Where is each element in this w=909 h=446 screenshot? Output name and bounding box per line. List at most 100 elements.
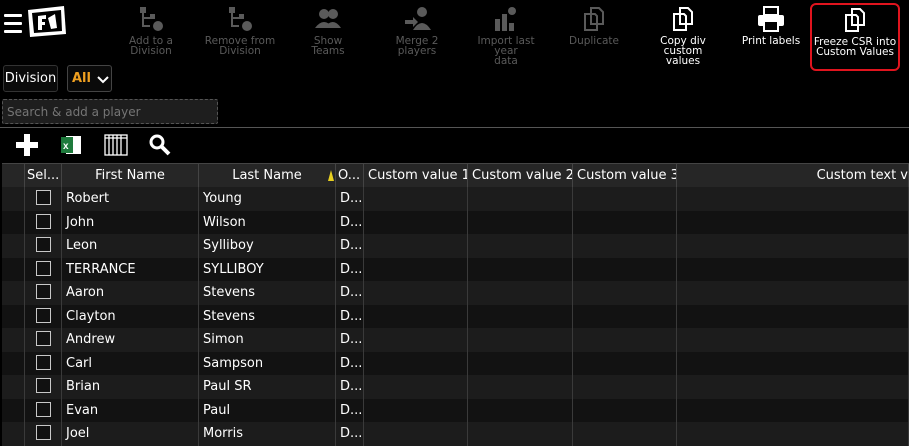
row-indicator-cell[interactable] <box>2 210 25 234</box>
header-custom-value-3[interactable]: Custom value 3 <box>573 163 677 187</box>
custom-value-1-cell[interactable] <box>364 304 468 328</box>
header-last-name[interactable]: Last Name <box>199 163 336 187</box>
freeze-csr-button[interactable]: Freeze CSR into Custom Values <box>810 3 900 71</box>
custom-text-cell[interactable] <box>677 422 909 446</box>
custom-value-3-cell[interactable] <box>573 257 677 281</box>
import-last-year-button[interactable]: Import last year data <box>465 4 547 66</box>
first-name-cell[interactable]: Evan <box>62 398 199 422</box>
custom-value-1-cell[interactable] <box>364 398 468 422</box>
custom-value-2-cell[interactable] <box>468 328 573 352</box>
o-cell[interactable]: D... <box>336 328 364 352</box>
table-row[interactable]: Brian Paul SR D... <box>2 375 909 399</box>
custom-value-1-cell[interactable] <box>364 351 468 375</box>
custom-value-3-cell[interactable] <box>573 304 677 328</box>
table-row[interactable]: Leon Sylliboy D... <box>2 234 909 258</box>
row-indicator-cell[interactable] <box>2 304 25 328</box>
custom-value-2-cell[interactable] <box>468 281 573 305</box>
custom-value-3-cell[interactable] <box>573 398 677 422</box>
row-checkbox[interactable] <box>36 260 51 276</box>
custom-value-1-cell[interactable] <box>364 281 468 305</box>
first-name-cell[interactable]: Clayton <box>62 304 199 328</box>
row-indicator-cell[interactable] <box>2 351 25 375</box>
header-select[interactable]: Sel... <box>25 163 62 187</box>
last-name-cell[interactable]: Wilson <box>199 210 336 234</box>
o-cell[interactable]: D... <box>336 304 364 328</box>
search-player-input[interactable] <box>2 99 218 124</box>
custom-value-2-cell[interactable] <box>468 187 573 211</box>
header-custom-value-2[interactable]: Custom value 2 <box>468 163 573 187</box>
custom-text-cell[interactable] <box>677 328 909 352</box>
table-row[interactable]: Andrew Simon D... <box>2 328 909 352</box>
last-name-cell[interactable]: Morris <box>199 422 336 446</box>
o-cell[interactable]: D... <box>336 375 364 399</box>
o-cell[interactable]: D... <box>336 187 364 211</box>
custom-text-cell[interactable] <box>677 351 909 375</box>
custom-text-cell[interactable] <box>677 210 909 234</box>
print-labels-button[interactable]: Print labels <box>741 4 801 66</box>
table-row[interactable]: Evan Paul D... <box>2 398 909 422</box>
custom-value-3-cell[interactable] <box>573 351 677 375</box>
row-checkbox[interactable] <box>36 284 51 299</box>
table-row[interactable]: Clayton Stevens D... <box>2 304 909 328</box>
row-indicator-cell[interactable] <box>2 187 25 211</box>
custom-text-cell[interactable] <box>677 187 909 211</box>
last-name-cell[interactable]: Paul <box>199 398 336 422</box>
first-name-cell[interactable]: John <box>62 210 199 234</box>
first-name-cell[interactable]: Aaron <box>62 281 199 305</box>
header-first-name[interactable]: First Name <box>62 163 199 187</box>
custom-value-2-cell[interactable] <box>468 422 573 446</box>
custom-value-3-cell[interactable] <box>573 210 677 234</box>
custom-value-1-cell[interactable] <box>364 422 468 446</box>
custom-value-2-cell[interactable] <box>468 398 573 422</box>
export-excel-button[interactable]: x <box>58 132 84 158</box>
custom-value-1-cell[interactable] <box>364 187 468 211</box>
custom-value-2-cell[interactable] <box>468 351 573 375</box>
o-cell[interactable]: D... <box>336 210 364 234</box>
merge-players-button[interactable]: Merge 2 players <box>376 4 458 66</box>
row-checkbox[interactable] <box>36 237 51 252</box>
table-row[interactable]: Robert Young D... <box>2 187 909 211</box>
row-indicator-cell[interactable] <box>2 328 25 352</box>
custom-value-2-cell[interactable] <box>468 304 573 328</box>
o-cell[interactable]: D... <box>336 281 364 305</box>
custom-value-3-cell[interactable] <box>573 375 677 399</box>
custom-value-2-cell[interactable] <box>468 234 573 258</box>
custom-value-2-cell[interactable] <box>468 210 573 234</box>
add-row-button[interactable] <box>14 132 40 158</box>
custom-value-3-cell[interactable] <box>573 281 677 305</box>
table-row[interactable]: TERRANCE SYLLIBOY D... <box>2 257 909 281</box>
row-indicator-cell[interactable] <box>2 257 25 281</box>
custom-value-3-cell[interactable] <box>573 187 677 211</box>
last-name-cell[interactable]: SYLLIBOY <box>199 257 336 281</box>
table-row[interactable]: John Wilson D... <box>2 210 909 234</box>
add-to-division-button[interactable]: Add to a Division <box>125 4 177 66</box>
search-button[interactable] <box>147 132 173 158</box>
custom-value-1-cell[interactable] <box>364 210 468 234</box>
custom-text-cell[interactable] <box>677 281 909 305</box>
first-name-cell[interactable]: Leon <box>62 234 199 258</box>
last-name-cell[interactable]: Young <box>199 187 336 211</box>
custom-value-3-cell[interactable] <box>573 234 677 258</box>
custom-text-cell[interactable] <box>677 375 909 399</box>
row-indicator-cell[interactable] <box>2 281 25 305</box>
first-name-cell[interactable]: Carl <box>62 351 199 375</box>
row-indicator-cell[interactable] <box>2 375 25 399</box>
row-indicator-cell[interactable] <box>2 398 25 422</box>
first-name-cell[interactable]: Joel <box>62 422 199 446</box>
custom-value-1-cell[interactable] <box>364 257 468 281</box>
custom-value-1-cell[interactable] <box>364 234 468 258</box>
show-teams-button[interactable]: Show Teams <box>296 4 360 66</box>
table-row[interactable]: Joel Morris D... <box>2 422 909 446</box>
remove-from-division-button[interactable]: Remove from Division <box>203 4 277 66</box>
first-name-cell[interactable]: TERRANCE <box>62 257 199 281</box>
row-checkbox[interactable] <box>36 425 51 440</box>
last-name-cell[interactable]: Sylliboy <box>199 234 336 258</box>
custom-value-1-cell[interactable] <box>364 328 468 352</box>
menu-icon[interactable] <box>4 14 22 34</box>
first-name-cell[interactable]: Andrew <box>62 328 199 352</box>
custom-text-cell[interactable] <box>677 304 909 328</box>
last-name-cell[interactable]: Stevens <box>199 281 336 305</box>
last-name-cell[interactable]: Stevens <box>199 304 336 328</box>
row-checkbox[interactable] <box>36 401 51 417</box>
custom-text-cell[interactable] <box>677 234 909 258</box>
